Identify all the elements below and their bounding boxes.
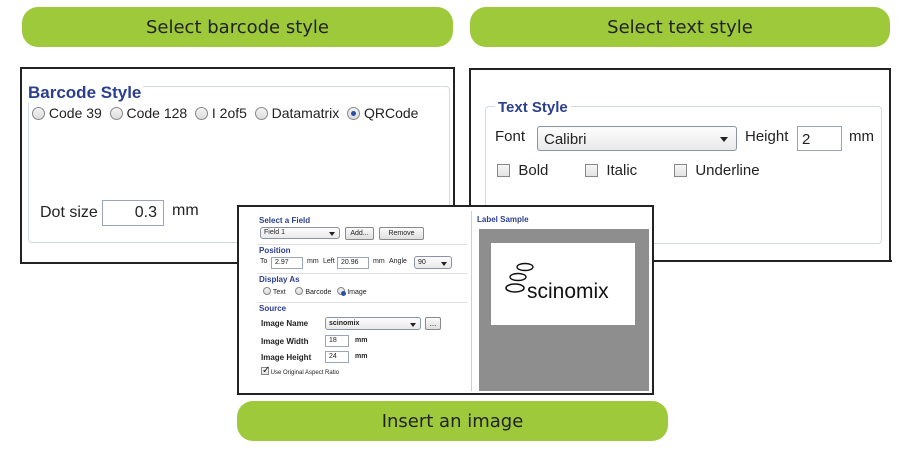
underline-checkbox[interactable]: Underline <box>674 162 760 179</box>
logo-wordmark: scinomix <box>527 280 609 303</box>
top-input[interactable]: 2.97 <box>271 257 303 269</box>
radio-icon <box>263 287 271 295</box>
image-width-unit: mm <box>355 337 368 344</box>
divider <box>257 302 467 303</box>
text-style-title: Text Style <box>495 99 571 116</box>
radio-selected-icon <box>347 107 361 120</box>
display-as-options: Text Barcode Image <box>263 287 367 296</box>
dot-size-label: Dot size <box>40 204 98 221</box>
source-title: Source <box>259 304 287 313</box>
italic-checkbox[interactable]: Italic <box>585 162 637 179</box>
image-height-label: Image Height <box>261 353 312 362</box>
select-barcode-style-banner: Select barcode style <box>22 7 453 47</box>
font-value: Calibri <box>544 131 587 148</box>
column-divider <box>471 211 472 391</box>
left-column: Select a Field Field 1 Add... Remove Pos… <box>239 207 471 393</box>
height-input[interactable]: 2 <box>797 126 842 151</box>
dot-size-unit: mm <box>172 202 199 219</box>
barcode-type-options: Code 39 Code 128 I 2of5 Datamatrix QRCod… <box>32 105 418 121</box>
label-sample-canvas: scinomix <box>491 243 635 325</box>
radio-image[interactable]: Image <box>337 287 367 296</box>
checkbox-icon <box>585 164 598 177</box>
radio-datamatrix[interactable]: Datamatrix <box>254 105 339 121</box>
banner-label: Select text style <box>607 16 753 38</box>
image-width-label: Image Width <box>261 337 309 346</box>
chevron-down-icon <box>441 262 447 266</box>
divider <box>257 273 467 274</box>
image-name-label: Image Name <box>261 319 309 328</box>
field-dropdown[interactable]: Field 1 <box>260 227 340 239</box>
angle-dropdown[interactable]: 90 <box>414 256 452 269</box>
select-field-title: Select a Field <box>259 216 311 225</box>
insert-image-banner: Insert an image <box>237 401 668 441</box>
field-value: Field 1 <box>264 229 286 236</box>
font-label: Font <box>495 128 526 145</box>
radio-code39[interactable]: Code 39 <box>32 105 102 121</box>
radio-code128[interactable]: Code 128 <box>109 105 187 121</box>
checkbox-checked-icon <box>261 365 270 376</box>
left-unit: mm <box>373 258 385 265</box>
radio-icon <box>32 107 45 120</box>
radio-selected-icon <box>337 287 347 296</box>
radio-barcode[interactable]: Barcode <box>295 287 331 296</box>
select-text-style-banner: Select text style <box>470 7 890 47</box>
radio-qrcode[interactable]: QRCode <box>347 105 418 121</box>
radio-icon <box>109 107 123 120</box>
remove-button[interactable]: Remove <box>379 227 424 240</box>
image-name-dropdown[interactable]: scinomix <box>325 317 421 330</box>
add-button[interactable]: Add... <box>345 227 374 240</box>
bold-checkbox[interactable]: Bold <box>497 162 548 179</box>
radio-icon <box>195 107 208 120</box>
top-label: To <box>260 258 268 265</box>
image-height-input[interactable]: 24 <box>325 351 349 363</box>
connector-line-right <box>652 260 892 262</box>
image-width-input[interactable]: 18 <box>325 335 349 347</box>
checkbox-icon <box>674 164 687 177</box>
barcode-style-title: Barcode Style <box>28 83 144 103</box>
radio-icon <box>254 107 268 120</box>
left-label: Left <box>323 258 335 265</box>
banner-label: Insert an image <box>381 410 524 432</box>
display-as-title: Display As <box>259 275 300 284</box>
browse-button[interactable]: ... <box>425 317 441 330</box>
aspect-ratio-checkbox[interactable]: Use Original Aspect Ratio <box>261 365 339 376</box>
banner-label: Select barcode style <box>145 16 329 38</box>
left-input[interactable]: 20.96 <box>337 257 369 269</box>
dot-size-input[interactable]: 0.3 <box>102 200 164 226</box>
top-unit: mm <box>307 258 319 265</box>
chevron-down-icon <box>720 137 728 142</box>
angle-label: Angle <box>389 258 407 265</box>
height-label: Height <box>745 128 789 145</box>
height-unit: mm <box>849 128 874 145</box>
radio-icon <box>295 287 304 295</box>
image-name-value: scinomix <box>329 320 360 327</box>
checkbox-icon <box>497 164 510 177</box>
position-title: Position <box>259 246 291 255</box>
label-sample-preview: scinomix <box>479 229 649 391</box>
image-height-unit: mm <box>355 353 368 360</box>
divider <box>257 244 467 245</box>
radio-text[interactable]: Text <box>263 287 286 296</box>
insert-image-panel: Select a Field Field 1 Add... Remove Pos… <box>237 205 654 395</box>
chevron-down-icon <box>329 232 335 236</box>
radio-i2of5[interactable]: I 2of5 <box>195 105 247 121</box>
chevron-down-icon <box>410 323 416 327</box>
label-sample-title: Label Sample <box>477 215 529 224</box>
connector-line-left <box>21 262 238 264</box>
font-dropdown[interactable]: Calibri <box>537 126 737 151</box>
angle-value: 90 <box>418 259 426 266</box>
